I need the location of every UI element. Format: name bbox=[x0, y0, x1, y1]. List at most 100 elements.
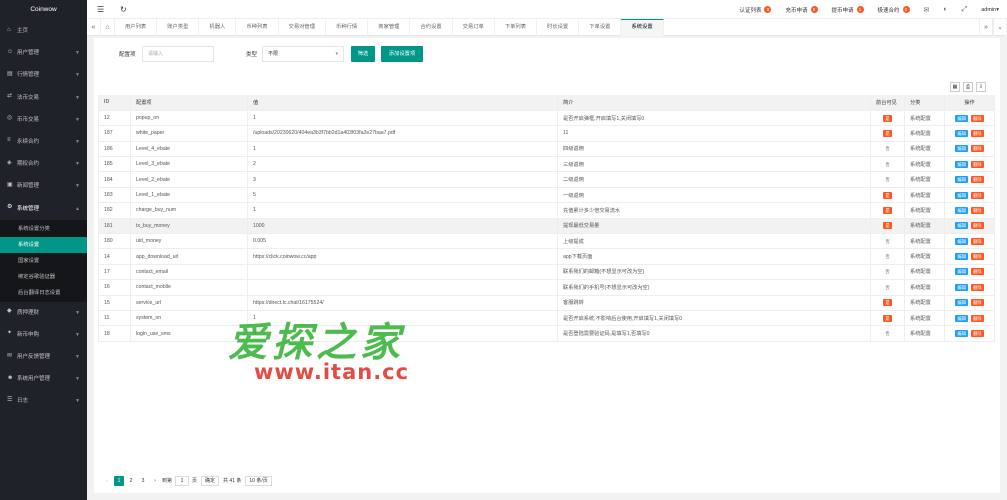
visible-badge[interactable]: 否 bbox=[883, 145, 892, 152]
submenu-item[interactable]: 后台翻译日志设置 bbox=[0, 285, 87, 301]
visible-badge[interactable]: 否 bbox=[883, 284, 892, 291]
delete-button[interactable]: 删除 bbox=[971, 129, 984, 137]
user-menu[interactable]: admin ▾ bbox=[981, 7, 999, 13]
tab[interactable]: 交易订单 bbox=[453, 19, 495, 36]
delete-button[interactable]: 删除 bbox=[971, 330, 984, 338]
col-value[interactable]: 值 bbox=[247, 95, 558, 111]
edit-button[interactable]: 编辑 bbox=[955, 160, 968, 168]
tab[interactable]: 机器人 bbox=[199, 19, 237, 36]
tab[interactable]: 币种行情 bbox=[326, 19, 369, 36]
theme-icon[interactable]: ◐ bbox=[943, 6, 947, 13]
goto-confirm-button[interactable]: 确定 bbox=[201, 475, 220, 486]
tabs-scroll-left-icon[interactable]: « bbox=[87, 19, 101, 36]
sidebar-item[interactable]: ≡ 永续合约 ▼ bbox=[0, 131, 87, 153]
edit-button[interactable]: 编辑 bbox=[955, 129, 968, 137]
sidebar-item[interactable]: ⚙ 系统管理 ▲ bbox=[0, 198, 87, 220]
refresh-icon[interactable]: ↻ bbox=[120, 0, 127, 19]
topbar-link[interactable]: 提币申请 1 bbox=[832, 6, 864, 14]
tabs-scroll-right-icon[interactable]: » bbox=[979, 19, 993, 36]
edit-button[interactable]: 编辑 bbox=[955, 299, 968, 307]
delete-button[interactable]: 删除 bbox=[971, 268, 984, 276]
col-key[interactable]: 配置项 bbox=[130, 95, 248, 111]
col-desc[interactable]: 简介 bbox=[557, 95, 871, 111]
submenu-item[interactable]: 系统设置分类 bbox=[0, 221, 87, 237]
sidebar-item[interactable]: ◎ 币币交易 ▼ bbox=[0, 109, 87, 131]
submenu-item[interactable]: 绑定谷歌验证器 bbox=[0, 269, 87, 285]
delete-button[interactable]: 删除 bbox=[971, 253, 984, 261]
sidebar-item[interactable]: ◈ 期权合约 ▼ bbox=[0, 153, 87, 175]
page-number[interactable]: 3 bbox=[138, 476, 148, 486]
visible-badge[interactable]: 是 bbox=[883, 114, 892, 122]
tab[interactable]: 下单设置 bbox=[579, 19, 622, 36]
sidebar-item[interactable]: ▣ 新闻管理 ▼ bbox=[0, 175, 87, 197]
search-button[interactable]: 筛选 bbox=[351, 46, 375, 62]
edit-button[interactable]: 编辑 bbox=[955, 253, 968, 261]
prev-page-icon[interactable]: ‹ bbox=[102, 476, 112, 486]
tab[interactable]: 系统设置 bbox=[621, 19, 664, 36]
delete-button[interactable]: 删除 bbox=[971, 283, 984, 291]
edit-button[interactable]: 编辑 bbox=[955, 283, 968, 291]
submenu-item[interactable]: 系统设置 bbox=[0, 236, 87, 253]
delete-button[interactable]: 删除 bbox=[971, 160, 984, 168]
visible-badge[interactable]: 否 bbox=[883, 238, 892, 245]
sidebar-item[interactable]: ⇄ 法币交易 ▼ bbox=[0, 87, 87, 109]
edit-button[interactable]: 编辑 bbox=[955, 330, 968, 338]
menu-toggle-icon[interactable]: ☰ bbox=[97, 0, 104, 19]
topbar-link[interactable]: 认证列表 0 bbox=[739, 6, 772, 14]
page-number[interactable]: 1 bbox=[114, 475, 124, 486]
delete-button[interactable]: 删除 bbox=[971, 114, 984, 122]
visible-badge[interactable]: 是 bbox=[883, 129, 892, 137]
delete-button[interactable]: 删除 bbox=[971, 237, 984, 245]
tab[interactable]: 商家管理 bbox=[368, 19, 411, 36]
sidebar-item[interactable]: ▤ 行情管理 ▼ bbox=[0, 64, 87, 86]
edit-button[interactable]: 编辑 bbox=[955, 176, 968, 184]
home-tab-icon[interactable]: ⌂ bbox=[101, 19, 115, 36]
sidebar-item[interactable]: ◆ 质押理财 ▼ bbox=[0, 302, 87, 324]
topbar-link[interactable]: 极速合约 0 bbox=[878, 6, 910, 14]
delete-button[interactable]: 删除 bbox=[971, 191, 984, 199]
tab[interactable]: 币种列表 bbox=[236, 19, 279, 36]
delete-button[interactable]: 删除 bbox=[971, 206, 984, 214]
edit-button[interactable]: 编辑 bbox=[955, 206, 968, 214]
tab[interactable]: 时长设置 bbox=[537, 19, 580, 36]
delete-button[interactable]: 删除 bbox=[971, 299, 984, 307]
message-icon[interactable]: ✉ bbox=[924, 6, 930, 14]
visible-badge[interactable]: 否 bbox=[883, 176, 892, 183]
visible-badge[interactable]: 是 bbox=[883, 191, 892, 199]
sidebar-item[interactable]: ☺ 用户管理 ▼ bbox=[0, 42, 87, 64]
tab[interactable]: 账户类型 bbox=[157, 19, 200, 36]
delete-button[interactable]: 删除 bbox=[971, 222, 984, 230]
visible-badge[interactable]: 否 bbox=[883, 161, 892, 168]
edit-button[interactable]: 编辑 bbox=[955, 237, 968, 245]
submenu-item[interactable]: 国家设置 bbox=[0, 253, 87, 269]
tab[interactable]: 用户列表 bbox=[115, 19, 158, 36]
visible-badge[interactable]: 是 bbox=[883, 206, 892, 214]
tab[interactable]: 交易对管理 bbox=[279, 19, 327, 36]
edit-button[interactable]: 编辑 bbox=[955, 222, 968, 230]
next-page-icon[interactable]: › bbox=[150, 476, 160, 486]
col-visible[interactable]: 前台可见 bbox=[870, 95, 905, 111]
sidebar-item[interactable]: ✉ 用户反馈管理 ▼ bbox=[0, 346, 87, 368]
visible-badge[interactable]: 是 bbox=[883, 222, 892, 230]
brand-logo[interactable]: Coinwow bbox=[0, 0, 87, 20]
sidebar-item[interactable]: ⌂ 主页 bbox=[0, 20, 87, 42]
edit-button[interactable]: 编辑 bbox=[955, 268, 968, 276]
sidebar-item[interactable]: ✦ 新币申购 ▼ bbox=[0, 324, 87, 346]
delete-button[interactable]: 删除 bbox=[971, 314, 984, 322]
sidebar-item[interactable]: ☻ 系统用户管理 ▼ bbox=[0, 368, 87, 390]
sidebar-item[interactable]: ☰ 日志 ▼ bbox=[0, 390, 87, 412]
visible-badge[interactable]: 是 bbox=[883, 299, 892, 307]
add-setting-button[interactable]: 添加设置项 bbox=[381, 46, 423, 62]
col-id[interactable]: ID bbox=[98, 95, 131, 111]
edit-button[interactable]: 编辑 bbox=[955, 145, 968, 153]
tabs-menu-icon[interactable]: ⌄ bbox=[993, 19, 1007, 36]
page-number[interactable]: 2 bbox=[126, 476, 136, 486]
delete-button[interactable]: 删除 bbox=[971, 145, 984, 153]
fullscreen-icon[interactable]: ⤢ bbox=[962, 6, 968, 14]
edit-button[interactable]: 编辑 bbox=[955, 191, 968, 199]
tab[interactable]: 合约设置 bbox=[410, 19, 453, 36]
delete-button[interactable]: 删除 bbox=[971, 176, 984, 184]
visible-badge[interactable]: 否 bbox=[883, 268, 892, 275]
print-icon[interactable]: ⎙ bbox=[963, 82, 973, 92]
page-size-select[interactable]: 10 条/页 bbox=[245, 475, 272, 486]
